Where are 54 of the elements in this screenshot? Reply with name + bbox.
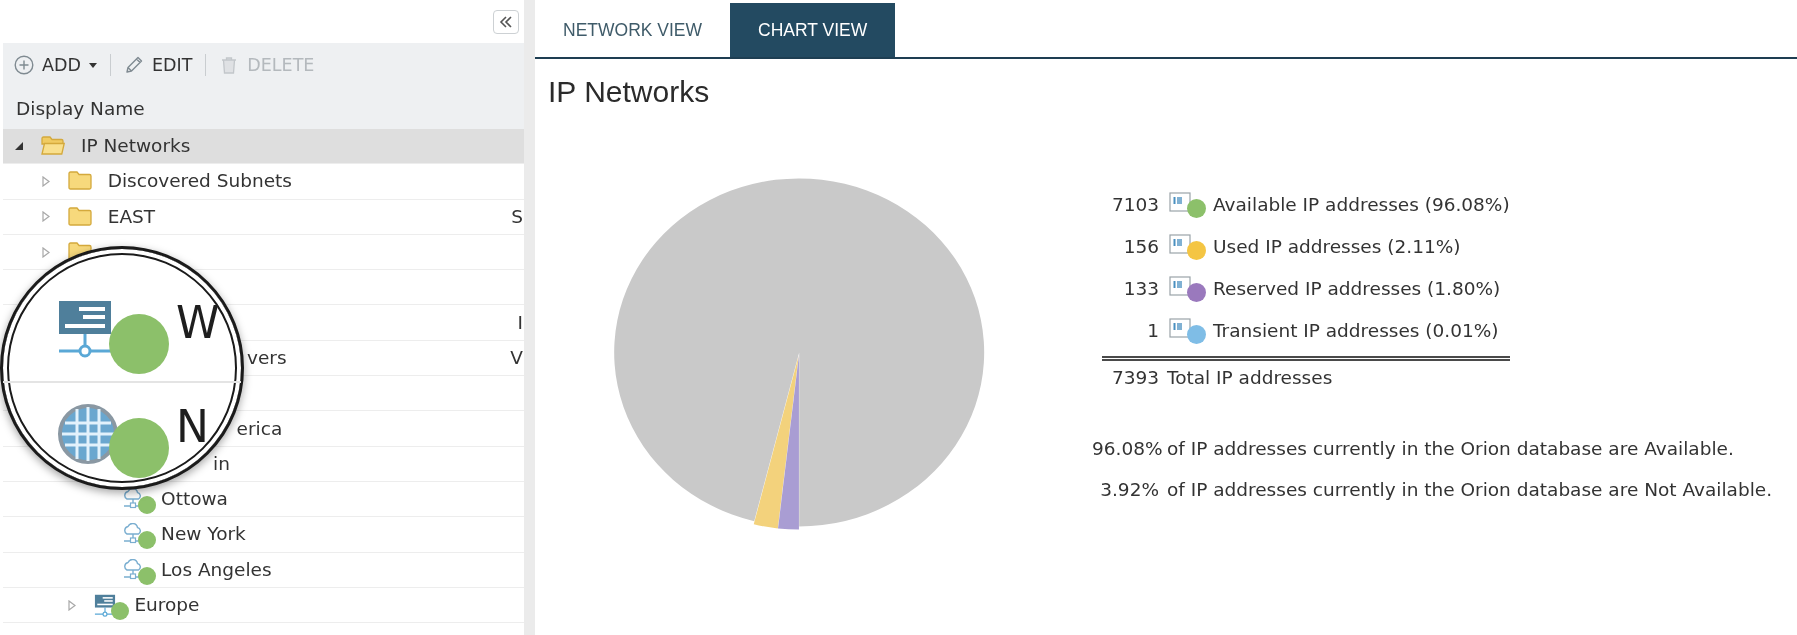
tree-row[interactable]: Europe	[3, 587, 524, 624]
card-icon	[1169, 317, 1191, 338]
plus-circle-icon	[14, 55, 34, 75]
caret-right-icon[interactable]	[41, 211, 50, 223]
column-text: S	[511, 205, 523, 228]
add-button[interactable]: ADD	[14, 51, 97, 79]
column-text: V	[510, 346, 523, 369]
legend-count: 156	[1123, 235, 1159, 257]
folder-icon	[67, 205, 92, 226]
page-title: IP Networks	[548, 75, 710, 109]
tree-item-label: in	[213, 452, 230, 475]
view-tab[interactable]: CHART VIEW	[730, 3, 896, 57]
caret-right-icon[interactable]	[41, 175, 50, 187]
summary-text: of IP addresses currently in the Orion database are Not Available.	[1167, 478, 1773, 502]
tree-item-label: Europe	[134, 594, 200, 616]
collapse-button[interactable]	[493, 10, 519, 34]
tree-item-label: EAST	[107, 205, 156, 228]
caret-right-icon[interactable]	[68, 599, 77, 611]
globe-icon	[57, 403, 119, 465]
legend-label: Available IP addresses (96.08%)	[1213, 193, 1510, 215]
caret-down-icon[interactable]	[15, 142, 23, 151]
total-label: Total IP addresses	[1167, 366, 1333, 388]
tree-row[interactable]: Discovered Subnets	[3, 164, 524, 200]
tree-item-label: Ottowa	[161, 488, 228, 511]
legend-count: 7103	[1111, 193, 1159, 215]
folder-icon	[67, 170, 92, 191]
tree-row[interactable]: Los Angeles	[3, 552, 524, 588]
tree-row[interactable]: EAST S	[3, 199, 524, 235]
column-header: Display Name	[16, 97, 145, 119]
legend-count: 133	[1123, 277, 1159, 299]
card-icon	[1169, 275, 1191, 296]
edit-button[interactable]: EDIT	[123, 51, 193, 79]
tree-item-label: erica	[236, 417, 283, 440]
tree-item-label: New York	[161, 523, 246, 546]
legend-label: Used IP addresses (2.11%)	[1213, 235, 1461, 257]
column-text: I	[517, 311, 523, 334]
summary-percent: 3.92%	[1099, 478, 1159, 502]
tree-item-label: IP Networks	[81, 135, 191, 158]
legend-count: 1	[1147, 319, 1159, 341]
card-icon	[1169, 233, 1191, 254]
caret-right-icon[interactable]	[41, 246, 50, 258]
card-icon	[1169, 191, 1191, 212]
tree-row[interactable]: IP Networks	[3, 129, 524, 165]
legend-label: Transient IP addresses (0.01%)	[1213, 319, 1499, 341]
pencil-icon	[123, 55, 144, 75]
tree-item-label: Los Angeles	[161, 558, 272, 581]
tree-item-label: Discovered Subnets	[107, 170, 292, 193]
tree-row[interactable]: New York	[3, 517, 524, 553]
legend-label: Reserved IP addresses (1.80%)	[1213, 277, 1501, 299]
total-count: 7393	[1111, 366, 1159, 388]
tree-item-label: vers	[247, 346, 287, 369]
summary-text: of IP addresses currently in the Orion database are Available.	[1167, 437, 1735, 461]
double-chevron-left-icon	[499, 16, 513, 28]
open-folder-icon	[41, 135, 65, 156]
